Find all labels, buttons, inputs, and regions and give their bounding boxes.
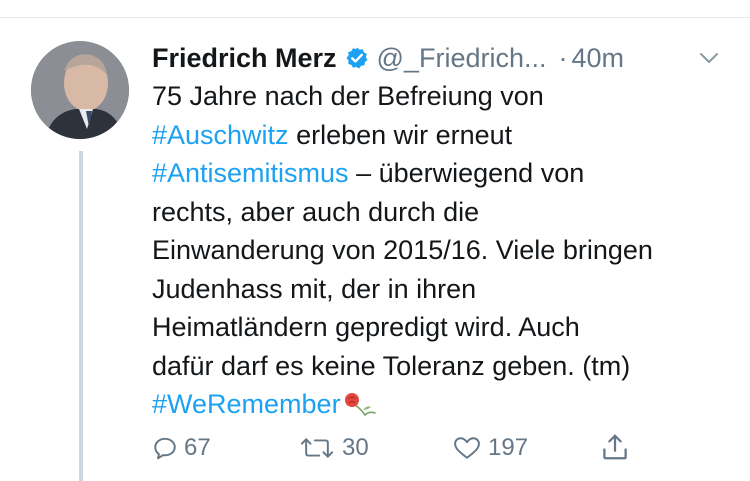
retweet-icon	[300, 438, 334, 458]
rose-emoji-icon	[344, 393, 376, 417]
like-button[interactable]: 197	[452, 434, 528, 462]
tweet-text-line: rechts, aber auch durch die	[152, 193, 732, 232]
tweet-text-segment: dafür darf es keine Toleranz geben. (tm)	[152, 350, 631, 381]
tweet-text-segment: rechts, aber auch durch die	[152, 196, 480, 227]
tweet-text-segment: – überwiegend von	[348, 158, 585, 188]
avatar-photo-icon	[31, 41, 129, 139]
verified-badge-icon	[346, 47, 368, 69]
avatar[interactable]	[31, 41, 129, 139]
timestamp[interactable]: 40m	[572, 43, 625, 74]
tweet-text-line: #WeRemember	[152, 385, 732, 424]
tweet-text: 75 Jahre nach der Befreiung von #Auschwit…	[152, 77, 732, 424]
tweet-text-line: dafür darf es keine Toleranz geben. (tm)	[152, 347, 732, 386]
tweet-header: Friedrich Merz @_Friedrich... · 40m	[152, 38, 732, 78]
tweet-text-line: Judenhass mit, der in ihren	[152, 270, 732, 309]
top-divider	[0, 17, 750, 18]
tweet-text-segment: Judenhass mit, der in ihren	[152, 273, 477, 304]
reply-icon	[154, 437, 176, 460]
tweet-text-segment: 75 Jahre nach der Befreiung von	[152, 81, 544, 111]
retweet-count: 30	[342, 434, 369, 461]
tweet-text-segment: erleben wir erneut	[288, 119, 513, 150]
hashtag-link[interactable]: #Auschwitz	[152, 120, 289, 150]
tweet-text-segment: Heimatländern gepredigt wird. Auch	[152, 312, 580, 342]
author-handle[interactable]: @_Friedrich...	[377, 43, 547, 74]
tweet-text-line: #Antisemitismus – überwiegend von	[152, 154, 732, 193]
thread-line	[79, 151, 83, 481]
separator-dot: ·	[558, 42, 568, 73]
like-icon	[454, 437, 480, 459]
tweet-text-segment: Einwanderung von 2015/16. Viele bringen	[152, 235, 653, 265]
author-display-name[interactable]: Friedrich Merz	[152, 43, 337, 74]
hashtag-link[interactable]: #Antisemitismus	[152, 158, 349, 188]
tweet-text-line: 75 Jahre nach der Befreiung von	[152, 77, 732, 116]
chevron-down-icon[interactable]	[697, 46, 721, 70]
retweet-button[interactable]: 30	[298, 434, 369, 462]
share-icon	[603, 434, 627, 460]
reply-count: 67	[184, 434, 211, 461]
share-button[interactable]	[600, 432, 630, 462]
reply-button[interactable]: 67	[152, 434, 211, 462]
tweet-text-line: #Auschwitz erleben wir erneut	[152, 116, 732, 155]
like-count: 197	[488, 434, 529, 461]
tweet-text-line: Einwanderung von 2015/16. Viele bringen	[152, 231, 732, 270]
tweet-actions: 67 30 197	[152, 434, 652, 474]
tweet-text-line: Heimatländern gepredigt wird. Auch	[152, 308, 732, 347]
hashtag-link[interactable]: #WeRemember	[152, 389, 341, 419]
